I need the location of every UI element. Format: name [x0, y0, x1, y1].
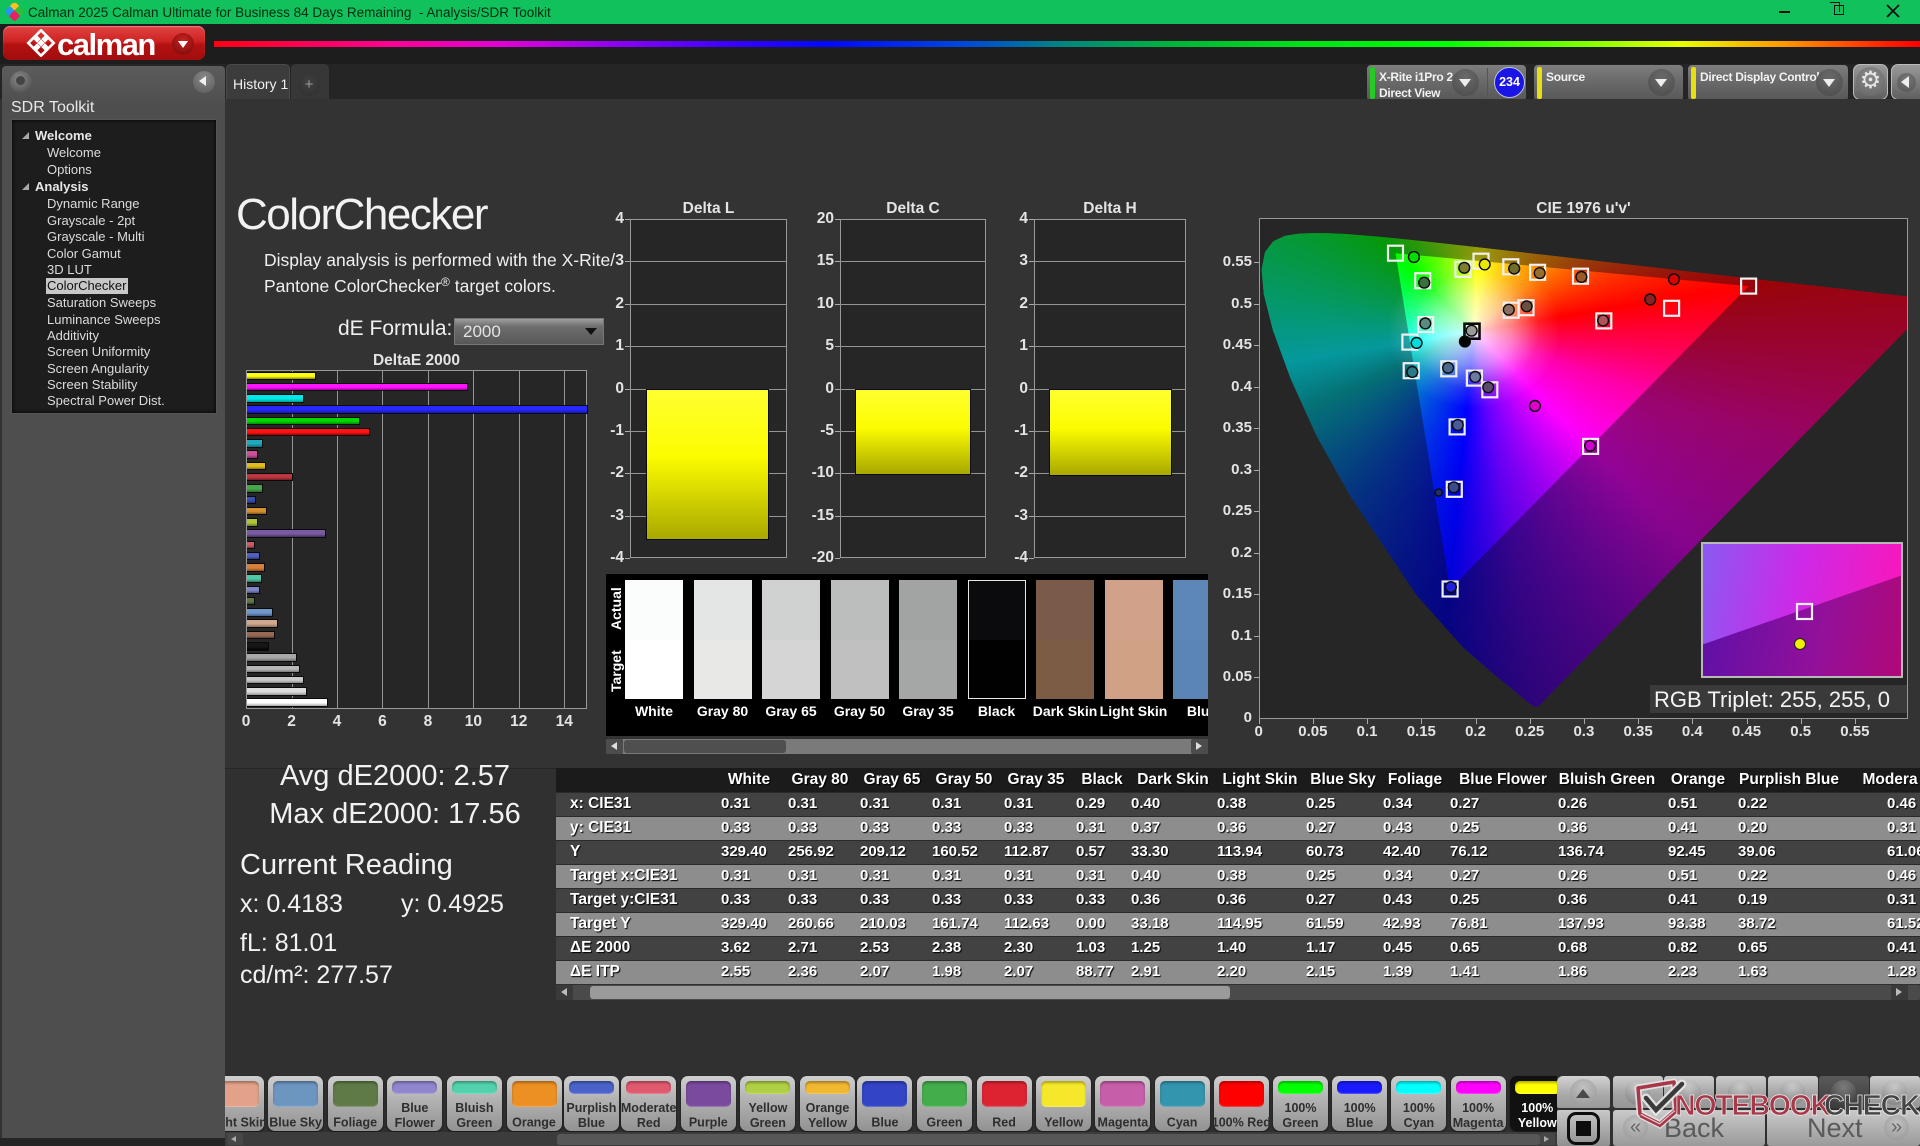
svg-text:CHECK: CHECK: [1824, 1090, 1920, 1122]
svg-text:NOTEBOOK: NOTEBOOK: [1675, 1090, 1832, 1122]
